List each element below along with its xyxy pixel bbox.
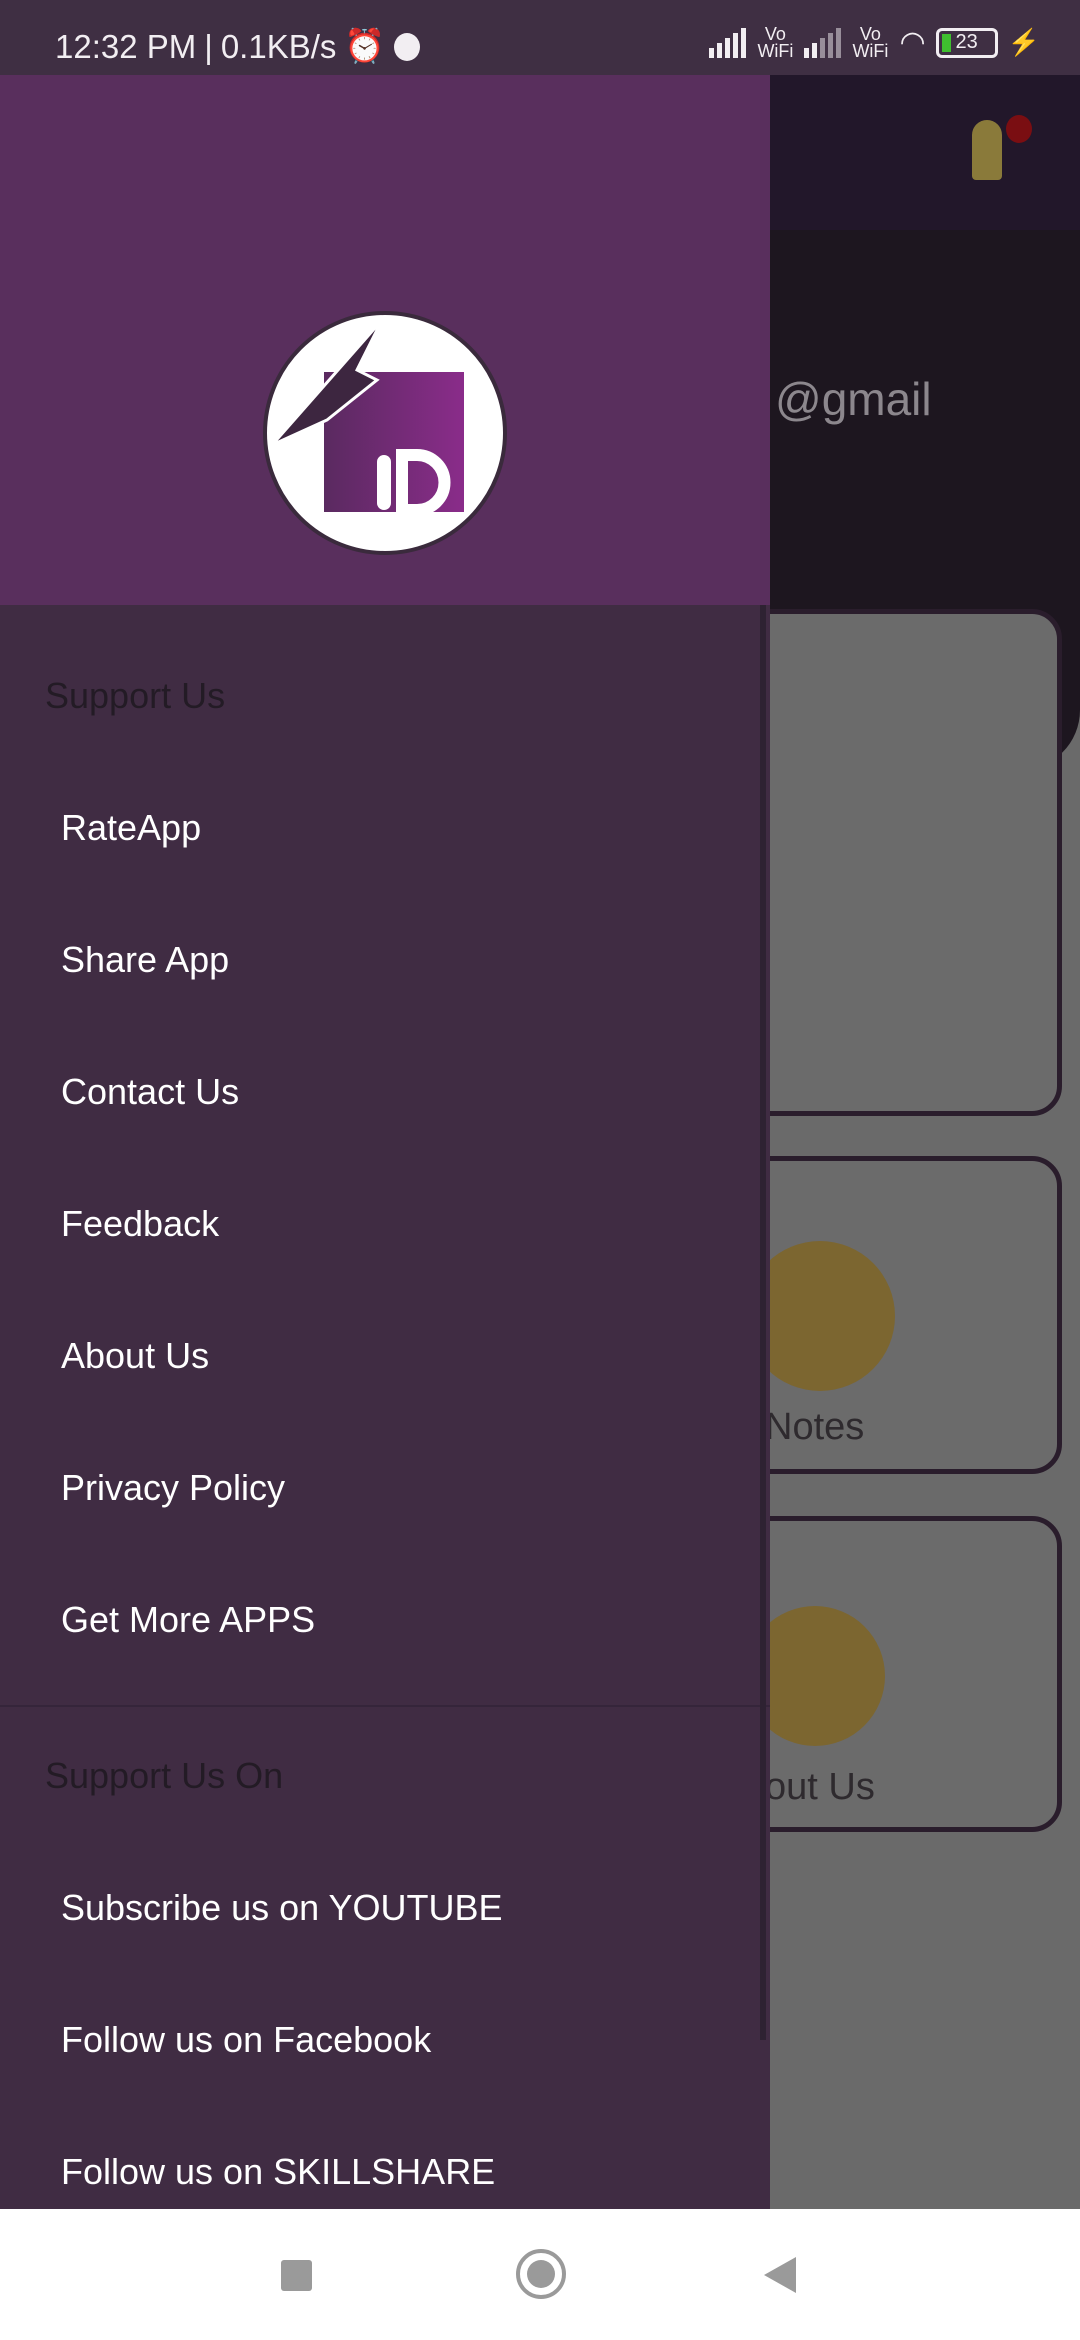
navigation-drawer: Support Us RateApp Share App Contact Us … xyxy=(0,75,770,2209)
home-button[interactable] xyxy=(516,2249,566,2299)
drawer-header xyxy=(0,75,770,605)
charging-icon: ⚡ xyxy=(1007,27,1040,57)
notification-bell-icon[interactable] xyxy=(972,120,1002,180)
app-logo xyxy=(263,311,507,555)
notification-badge xyxy=(1006,115,1032,143)
app-icon xyxy=(393,32,420,61)
menu-item-contact-us[interactable]: Contact Us xyxy=(61,1071,239,1113)
menu-item-youtube[interactable]: Subscribe us on YOUTUBE xyxy=(61,1887,503,1929)
menu-item-rate-app[interactable]: RateApp xyxy=(61,807,201,849)
menu-item-feedback[interactable]: Feedback xyxy=(61,1203,219,1245)
menu-item-skillshare[interactable]: Follow us on SKILLSHARE xyxy=(61,2151,495,2193)
section-title-support-us-on: Support Us On xyxy=(45,1755,284,1796)
battery-icon: 23 xyxy=(935,27,998,58)
app-toolbar xyxy=(770,75,1080,230)
scrollbar[interactable] xyxy=(760,605,766,2040)
alarm-icon: ⏰ xyxy=(344,27,386,64)
menu-item-about-us[interactable]: About Us xyxy=(61,1335,209,1377)
status-bar: 12:32 PM | 0.1KB/s ⏰ Vo WiFi Vo WiFi ◠ 2… xyxy=(0,0,1080,75)
vowifi-label-2: Vo WiFi xyxy=(852,23,889,61)
user-email: @gmail xyxy=(775,373,932,425)
menu-item-facebook[interactable]: Follow us on Facebook xyxy=(61,2019,431,2061)
battery-level: 23 xyxy=(955,31,978,53)
section-title-support-us: Support Us xyxy=(45,675,226,716)
signal-icon xyxy=(709,27,747,58)
card-about-label: out Us xyxy=(765,1766,875,1808)
menu-item-privacy-policy[interactable]: Privacy Policy xyxy=(61,1467,285,1509)
menu-item-share-app[interactable]: Share App xyxy=(61,939,229,981)
clock: 12:32 PM xyxy=(55,27,197,65)
back-button[interactable] xyxy=(764,2257,796,2293)
recents-button[interactable] xyxy=(281,2260,312,2291)
wifi-icon: ◠ xyxy=(899,26,926,59)
card-notes-label: Notes xyxy=(765,1406,865,1448)
separator: | xyxy=(204,27,213,65)
net-speed: 0.1KB/s xyxy=(220,27,337,65)
divider xyxy=(0,1705,770,1707)
menu-item-get-more-apps[interactable]: Get More APPS xyxy=(61,1599,315,1641)
vowifi-label: Vo WiFi xyxy=(757,23,794,61)
signal-icon-2 xyxy=(804,27,842,58)
